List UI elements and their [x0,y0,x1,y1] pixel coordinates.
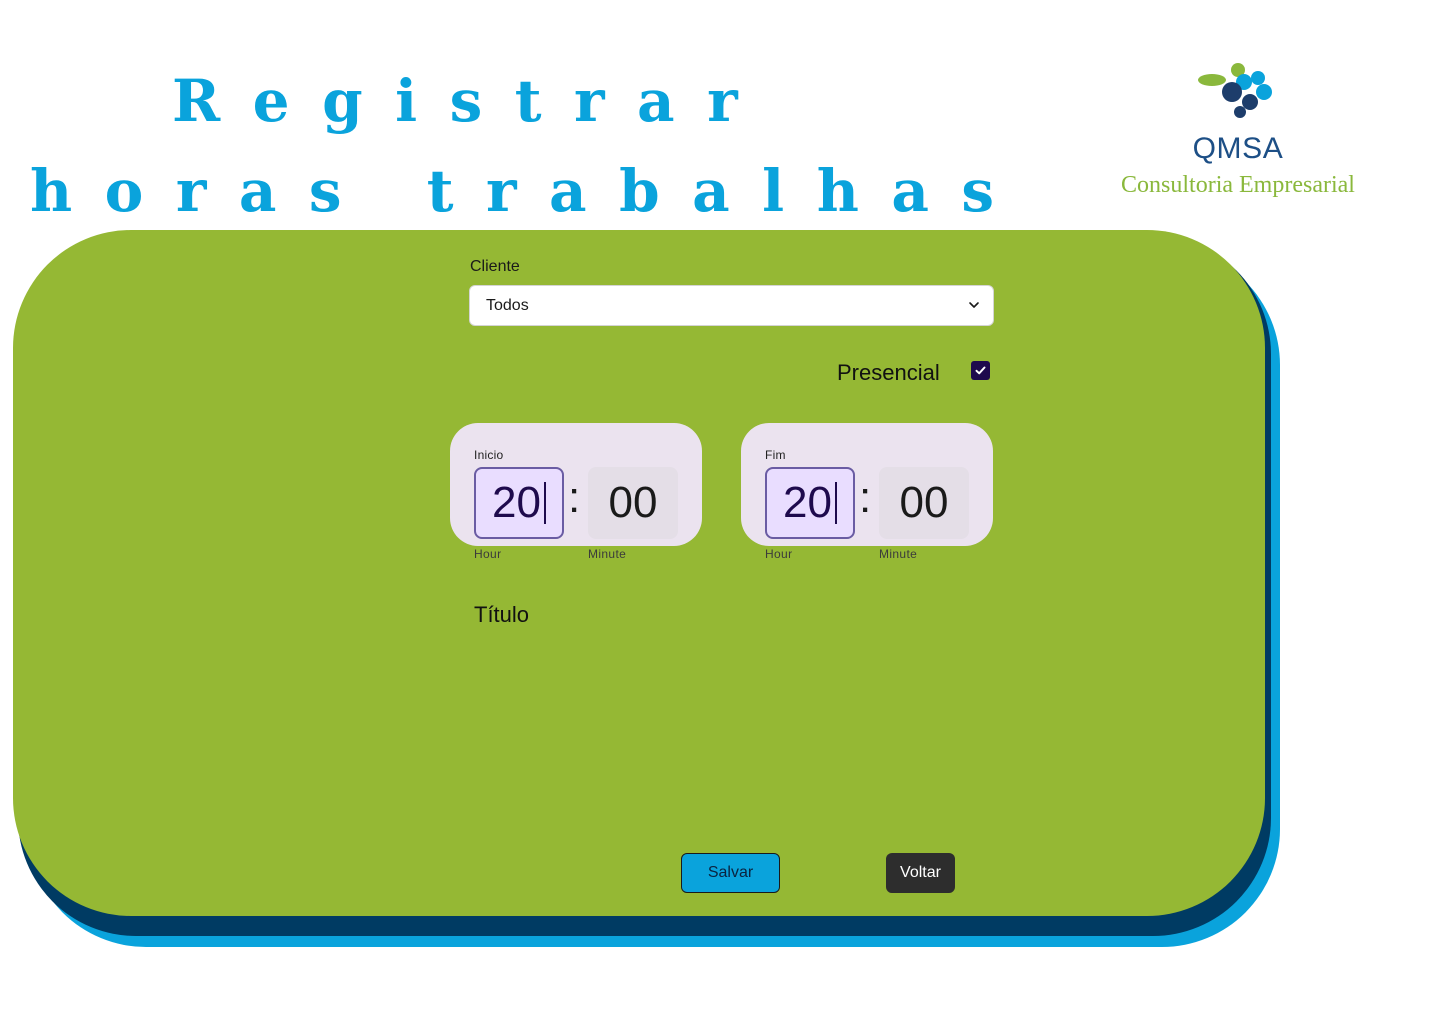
presencial-checkbox[interactable] [971,361,990,380]
start-hour-sublabel: Hour [474,547,502,561]
logo-name: QMSA [1192,132,1284,165]
start-minute-value: 00 [608,478,658,527]
start-time-label: Inicio [474,448,504,462]
end-time-picker: Fim 20 : 00 [741,423,993,546]
end-minute-sublabel: Minute [879,547,918,561]
title-field-label: Título [474,602,530,627]
time-separator: : [859,473,872,522]
start-time-picker: Inicio 20 : 00 [450,423,702,546]
end-hour-value: 20 [783,478,832,527]
page-title-line-2: horas trabalhas [30,157,1027,225]
client-label: Cliente [470,258,520,275]
end-minute-input[interactable]: 00 [879,467,969,539]
presencial-label: Presencial [837,360,940,385]
chevron-down-icon [969,302,979,308]
qmsa-logo-icon [1198,63,1272,118]
end-hour-sublabel: Hour [765,547,793,561]
form-card [13,230,1265,916]
start-hour-input[interactable]: 20 [474,467,564,539]
check-icon [975,366,986,375]
text-caret [543,482,546,524]
logo-subtitle: Consultoria Empresarial [1121,172,1355,198]
back-button[interactable]: Voltar [886,853,955,893]
start-minute-input[interactable]: 00 [588,467,678,539]
text-caret [834,482,837,524]
start-hour-value: 20 [492,478,541,527]
end-hour-input[interactable]: 20 [765,467,855,539]
time-separator: : [568,473,581,522]
register-hours-page: Registrar horas trabalhas QMSA Consultor… [0,0,1440,1024]
company-logo: QMSA Consultoria Empresarial [1100,60,1380,210]
save-button[interactable]: Salvar [681,853,780,893]
client-select[interactable]: Todos [469,285,994,326]
start-minute-sublabel: Minute [588,547,627,561]
end-minute-value: 00 [899,478,949,527]
end-time-label: Fim [765,448,786,462]
page-title-line-1: Registrar [172,67,771,135]
client-select-value: Todos [486,296,529,314]
